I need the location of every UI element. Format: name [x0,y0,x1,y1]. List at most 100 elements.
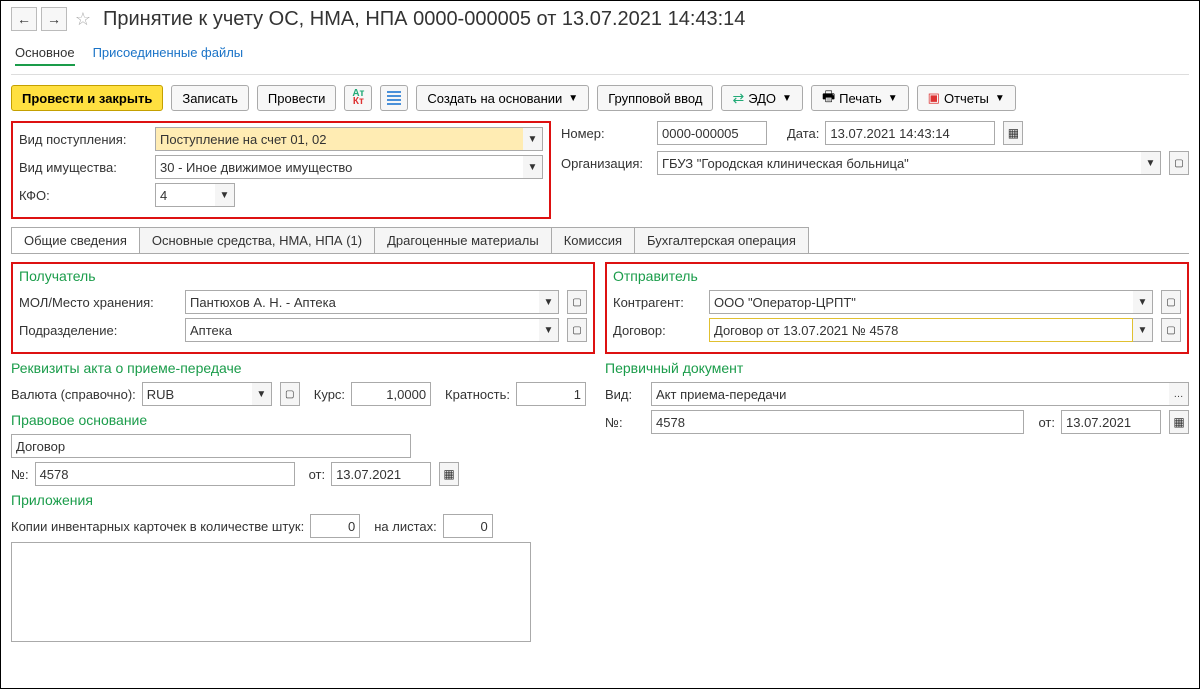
counterparty-input[interactable]: ООО "Оператор-ЦРПТ" [709,290,1133,314]
create-based-label: Создать на основании [427,91,562,106]
tab-assets[interactable]: Основные средства, НМА, НПА (1) [139,227,375,253]
reports-button[interactable]: ▣ Отчеты▼ [917,85,1016,111]
pd-num-label: №: [605,415,645,430]
receipt-type-input[interactable]: Поступление на счет 01, 02 [155,127,523,151]
calendar-icon: ▦ [443,467,454,481]
legal-from-calendar[interactable]: ▦ [439,462,459,486]
dtkt-icon: АтКт [352,90,364,106]
date-input[interactable]: 13.07.2021 14:43:14 [825,121,995,145]
contract-dropdown[interactable]: ▼ [1133,318,1153,342]
date-calendar-button[interactable]: ▦ [1003,121,1023,145]
group-input-button[interactable]: Групповой ввод [597,85,713,111]
pd-from-calendar[interactable]: ▦ [1169,410,1189,434]
number-input[interactable]: 0000-000005 [657,121,767,145]
currency-label: Валюта (справочно): [11,387,136,402]
page-title: Принятие к учету ОС, НМА, НПА 0000-00000… [103,8,745,31]
create-based-on-button[interactable]: Создать на основании▼ [416,85,589,111]
edo-icon: ⇄ [732,90,744,107]
mol-input[interactable]: Пантюхов А. Н. - Аптека [185,290,539,314]
edo-label: ЭДО [748,91,776,106]
property-type-input[interactable]: 30 - Иное движимое имущество [155,155,523,179]
reports-label: Отчеты [944,91,989,106]
tab-precious[interactable]: Драгоценные материалы [374,227,552,253]
lines-button[interactable] [380,85,408,111]
print-button[interactable]: 🖶 Печать▼ [811,85,909,111]
org-input[interactable]: ГБУЗ "Городская клиническая больница" [657,151,1141,175]
pd-num-input[interactable]: 4578 [651,410,1024,434]
sheets-input[interactable]: 0 [443,514,493,538]
copies-label: Копии инвентарных карточек в количестве … [11,519,304,534]
dtkt-button[interactable]: АтКт [344,85,372,111]
property-type-dropdown[interactable]: ▼ [523,155,543,179]
counterparty-dropdown[interactable]: ▼ [1133,290,1153,314]
contract-open-button[interactable]: ▢ [1161,318,1181,342]
subnav-main[interactable]: Основное [15,45,75,66]
subnav-attached-files[interactable]: Присоединенные файлы [93,45,244,66]
mol-dropdown[interactable]: ▼ [539,290,559,314]
kfo-input[interactable]: 4 [155,183,215,207]
dept-label: Подразделение: [19,323,179,338]
legal-basis-input[interactable]: Договор [11,434,411,458]
primary-doc-title: Первичный документ [605,360,1189,376]
org-open-button[interactable]: ▢ [1169,151,1189,175]
pd-type-input[interactable]: Акт приема-передачи [651,382,1169,406]
legal-num-label: №: [11,467,29,482]
save-button[interactable]: Записать [171,85,249,111]
mult-label: Кратность: [445,387,510,402]
legal-title: Правовое основание [11,412,595,428]
kfo-dropdown[interactable]: ▼ [215,183,235,207]
sheets-label: на листах: [374,519,437,534]
dept-open-button[interactable]: ▢ [567,318,587,342]
post-button[interactable]: Провести [257,85,337,111]
contract-label: Договор: [613,323,703,338]
counterparty-label: Контрагент: [613,295,703,310]
contract-input[interactable]: Договор от 13.07.2021 № 4578 [709,318,1133,342]
receipt-type-label: Вид поступления: [19,132,149,147]
receipt-type-dropdown[interactable]: ▼ [523,127,543,151]
favorite-star-icon[interactable]: ☆ [71,7,95,31]
lines-icon [387,91,401,105]
pd-type-more[interactable]: … [1169,382,1189,406]
recipient-title: Получатель [19,268,587,284]
copies-input[interactable]: 0 [310,514,360,538]
currency-open-button[interactable]: ▢ [280,382,300,406]
tab-commission[interactable]: Комиссия [551,227,635,253]
currency-dropdown[interactable]: ▼ [252,382,272,406]
rate-input[interactable]: 1,0000 [351,382,431,406]
back-button[interactable]: ← [11,7,37,31]
print-label: Печать [839,91,882,106]
mol-open-button[interactable]: ▢ [567,290,587,314]
forward-button[interactable]: → [41,7,67,31]
calendar-icon: ▦ [1173,415,1184,429]
legal-from-input[interactable]: 13.07.2021 [331,462,431,486]
pd-from-label: от: [1038,415,1055,430]
org-label: Организация: [561,156,651,171]
kfo-label: КФО: [19,188,149,203]
date-label: Дата: [787,126,819,141]
pd-from-input[interactable]: 13.07.2021 [1061,410,1161,434]
rate-label: Курс: [314,387,345,402]
calendar-icon: ▦ [1008,126,1019,140]
edo-button[interactable]: ⇄ ЭДО▼ [721,85,802,111]
org-dropdown[interactable]: ▼ [1141,151,1161,175]
mol-label: МОЛ/Место хранения: [19,295,179,310]
number-label: Номер: [561,126,651,141]
attachments-textarea[interactable] [11,542,531,642]
dept-dropdown[interactable]: ▼ [539,318,559,342]
report-icon: ▣ [928,90,940,106]
tab-accounting[interactable]: Бухгалтерская операция [634,227,809,253]
legal-num-input[interactable]: 4578 [35,462,295,486]
currency-input[interactable]: RUB [142,382,252,406]
act-title: Реквизиты акта о приеме-передаче [11,360,595,376]
property-type-label: Вид имущества: [19,160,149,175]
pd-type-label: Вид: [605,387,645,402]
print-icon: 🖶 [822,86,835,110]
attachments-title: Приложения [11,492,595,508]
sender-title: Отправитель [613,268,1181,284]
dept-input[interactable]: Аптека [185,318,539,342]
post-and-close-button[interactable]: Провести и закрыть [11,85,163,111]
legal-from-label: от: [309,467,326,482]
tab-general[interactable]: Общие сведения [11,227,140,253]
counterparty-open-button[interactable]: ▢ [1161,290,1181,314]
mult-input[interactable]: 1 [516,382,586,406]
